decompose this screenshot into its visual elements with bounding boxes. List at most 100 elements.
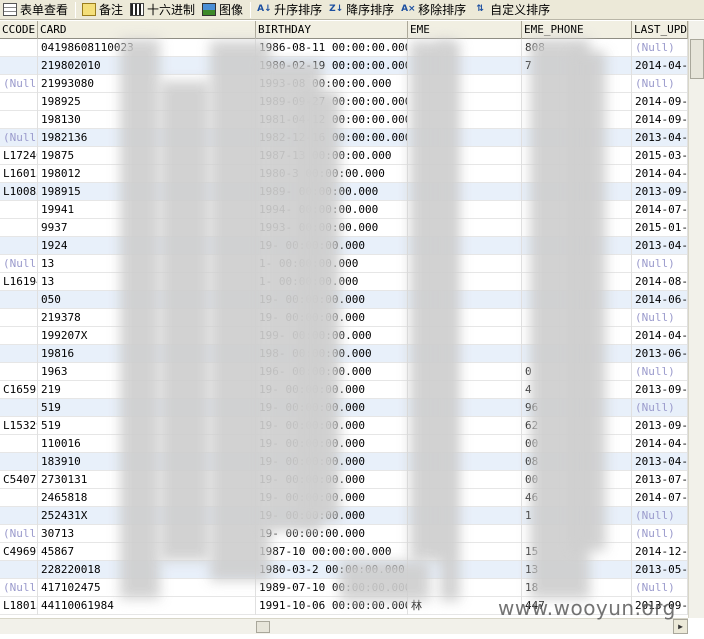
column-header[interactable]: CARD xyxy=(38,21,256,39)
table-cell[interactable]: C54071 xyxy=(0,471,38,489)
image-label: 图像 xyxy=(219,3,244,17)
table-cell[interactable] xyxy=(0,435,38,453)
table-cell[interactable] xyxy=(0,363,38,381)
table-cell[interactable]: 2013-09-1 xyxy=(632,417,688,435)
table-cell[interactable]: 2014-08-1 xyxy=(632,273,688,291)
table-cell[interactable] xyxy=(0,219,38,237)
table-cell[interactable]: (Null) xyxy=(632,579,688,597)
table-cell[interactable]: 2014-04-1 xyxy=(632,327,688,345)
redaction-blur xyxy=(300,91,340,521)
table-cell[interactable]: 2013-04-1 xyxy=(632,237,688,255)
table-cell[interactable]: (Null) xyxy=(632,255,688,273)
table-cell[interactable]: 2014-07-1 xyxy=(632,201,688,219)
redaction-blur xyxy=(160,81,210,561)
table-cell[interactable] xyxy=(0,489,38,507)
table-cell[interactable]: 2013-09-2 xyxy=(632,183,688,201)
table-cell[interactable]: 2015-03-1 xyxy=(632,147,688,165)
table-cell[interactable]: L16194 xyxy=(0,273,38,291)
table-cell[interactable]: (Null) xyxy=(632,507,688,525)
column-header[interactable]: EME_PHONE xyxy=(522,21,632,39)
form-view-icon xyxy=(3,3,17,16)
table-cell[interactable] xyxy=(0,111,38,129)
table-cell[interactable]: 2014-09-0 xyxy=(632,111,688,129)
horizontal-scrollbar[interactable]: ▶ xyxy=(0,618,688,634)
table-cell[interactable]: (Null) xyxy=(0,579,38,597)
column-header[interactable]: CCODE xyxy=(0,21,38,39)
sort-desc-label: 降序排序 xyxy=(346,3,395,17)
remove-sort-label: 移除排序 xyxy=(418,3,467,17)
table-cell[interactable]: 44110061984 xyxy=(38,597,256,615)
column-header[interactable]: LAST_UPDA xyxy=(632,21,688,39)
table-cell[interactable] xyxy=(0,399,38,417)
table-cell[interactable]: 2014-12-2 xyxy=(632,543,688,561)
table-cell[interactable] xyxy=(0,507,38,525)
note-label: 备注 xyxy=(99,3,124,17)
table-cell[interactable]: (Null) xyxy=(632,75,688,93)
table-cell[interactable]: 1987-10 00:00:00.000 xyxy=(256,543,408,561)
table-cell[interactable]: 2013-09-1 xyxy=(632,381,688,399)
table-cell[interactable]: 2014-07-2 xyxy=(632,489,688,507)
table-cell[interactable]: L15329 xyxy=(0,417,38,435)
form-view-button[interactable]: 表单查看 xyxy=(0,1,72,19)
form-view-label: 表单查看 xyxy=(20,3,69,17)
table-cell[interactable]: 2015-01-0 xyxy=(632,219,688,237)
table-cell[interactable] xyxy=(0,345,38,363)
table-cell[interactable]: (Null) xyxy=(0,129,38,147)
table-cell[interactable] xyxy=(0,237,38,255)
custom-sort-label: 自定义排序 xyxy=(490,3,551,17)
table-cell[interactable]: 2013-06-0 xyxy=(632,345,688,363)
table-cell[interactable] xyxy=(0,453,38,471)
column-header[interactable]: BIRTHDAY xyxy=(256,21,408,39)
column-header[interactable]: EME xyxy=(408,21,522,39)
scroll-right-arrow-icon[interactable]: ▶ xyxy=(673,619,688,634)
table-cell[interactable]: 2013-05-3 xyxy=(632,561,688,579)
toolbar-separator xyxy=(250,1,252,18)
table-cell[interactable]: (Null) xyxy=(632,309,688,327)
sort-asc-button[interactable]: A↓ 升序排序 xyxy=(254,1,326,19)
sort-desc-button[interactable]: Z↓ 降序排序 xyxy=(326,1,398,19)
hex-button[interactable]: 十六进制 xyxy=(127,1,199,19)
table-cell[interactable] xyxy=(0,561,38,579)
table-cell[interactable]: C16591 xyxy=(0,381,38,399)
remove-sort-icon: A× xyxy=(401,4,416,14)
table-cell[interactable]: 2014-04-2 xyxy=(632,435,688,453)
table-cell[interactable]: L16015 xyxy=(0,165,38,183)
toolbar: 表单查看 备注 十六进制 图像 A↓ 升序排序 Z↓ 降序排序 A× 移除排序 … xyxy=(0,0,704,20)
note-icon xyxy=(82,3,97,16)
table-cell[interactable]: (Null) xyxy=(632,363,688,381)
note-button[interactable]: 备注 xyxy=(79,1,127,19)
table-cell[interactable]: 2014-09-0 xyxy=(632,93,688,111)
table-cell[interactable]: (Null) xyxy=(0,75,38,93)
remove-sort-button[interactable]: A× 移除排序 xyxy=(398,1,470,19)
table-cell[interactable]: 2013-04-2 xyxy=(632,453,688,471)
table-cell[interactable]: 2014-06-0 xyxy=(632,291,688,309)
data-grid[interactable]: CCODE CARD BIRTHDAY EME EME_PHONE LAST_UPDA 0… xyxy=(0,21,688,618)
table-cell[interactable] xyxy=(0,291,38,309)
horizontal-scroll-thumb[interactable] xyxy=(256,621,270,633)
table-cell[interactable] xyxy=(0,309,38,327)
table-cell[interactable]: (Null) xyxy=(632,525,688,543)
table-cell[interactable]: L17240 xyxy=(0,147,38,165)
table-cell[interactable]: L18013 xyxy=(0,597,38,615)
table-cell[interactable]: 2013-04-2 xyxy=(632,129,688,147)
custom-sort-button[interactable]: ⇅ 自定义排序 xyxy=(470,1,554,19)
vertical-scrollbar[interactable] xyxy=(688,21,704,618)
redaction-blur xyxy=(440,41,460,601)
table-cell[interactable]: 1986-08-11 00:00:00.000 xyxy=(256,39,408,57)
table-cell[interactable]: (Null) xyxy=(0,255,38,273)
table-cell[interactable]: (Null) xyxy=(632,39,688,57)
table-cell[interactable]: 2013-07-1 xyxy=(632,471,688,489)
table-cell[interactable] xyxy=(0,57,38,75)
table-cell[interactable]: L10085 xyxy=(0,183,38,201)
image-button[interactable]: 图像 xyxy=(199,1,247,19)
table-cell[interactable]: C49697 xyxy=(0,543,38,561)
table-cell[interactable] xyxy=(0,39,38,57)
vertical-scroll-thumb[interactable] xyxy=(690,39,704,79)
table-cell[interactable]: (Null) xyxy=(632,399,688,417)
table-cell[interactable] xyxy=(0,93,38,111)
table-cell[interactable] xyxy=(0,327,38,345)
table-cell[interactable]: 2014-04-2 xyxy=(632,57,688,75)
table-cell[interactable]: 2014-04-1 xyxy=(632,165,688,183)
table-cell[interactable]: (Null) xyxy=(0,525,38,543)
table-cell[interactable] xyxy=(0,201,38,219)
